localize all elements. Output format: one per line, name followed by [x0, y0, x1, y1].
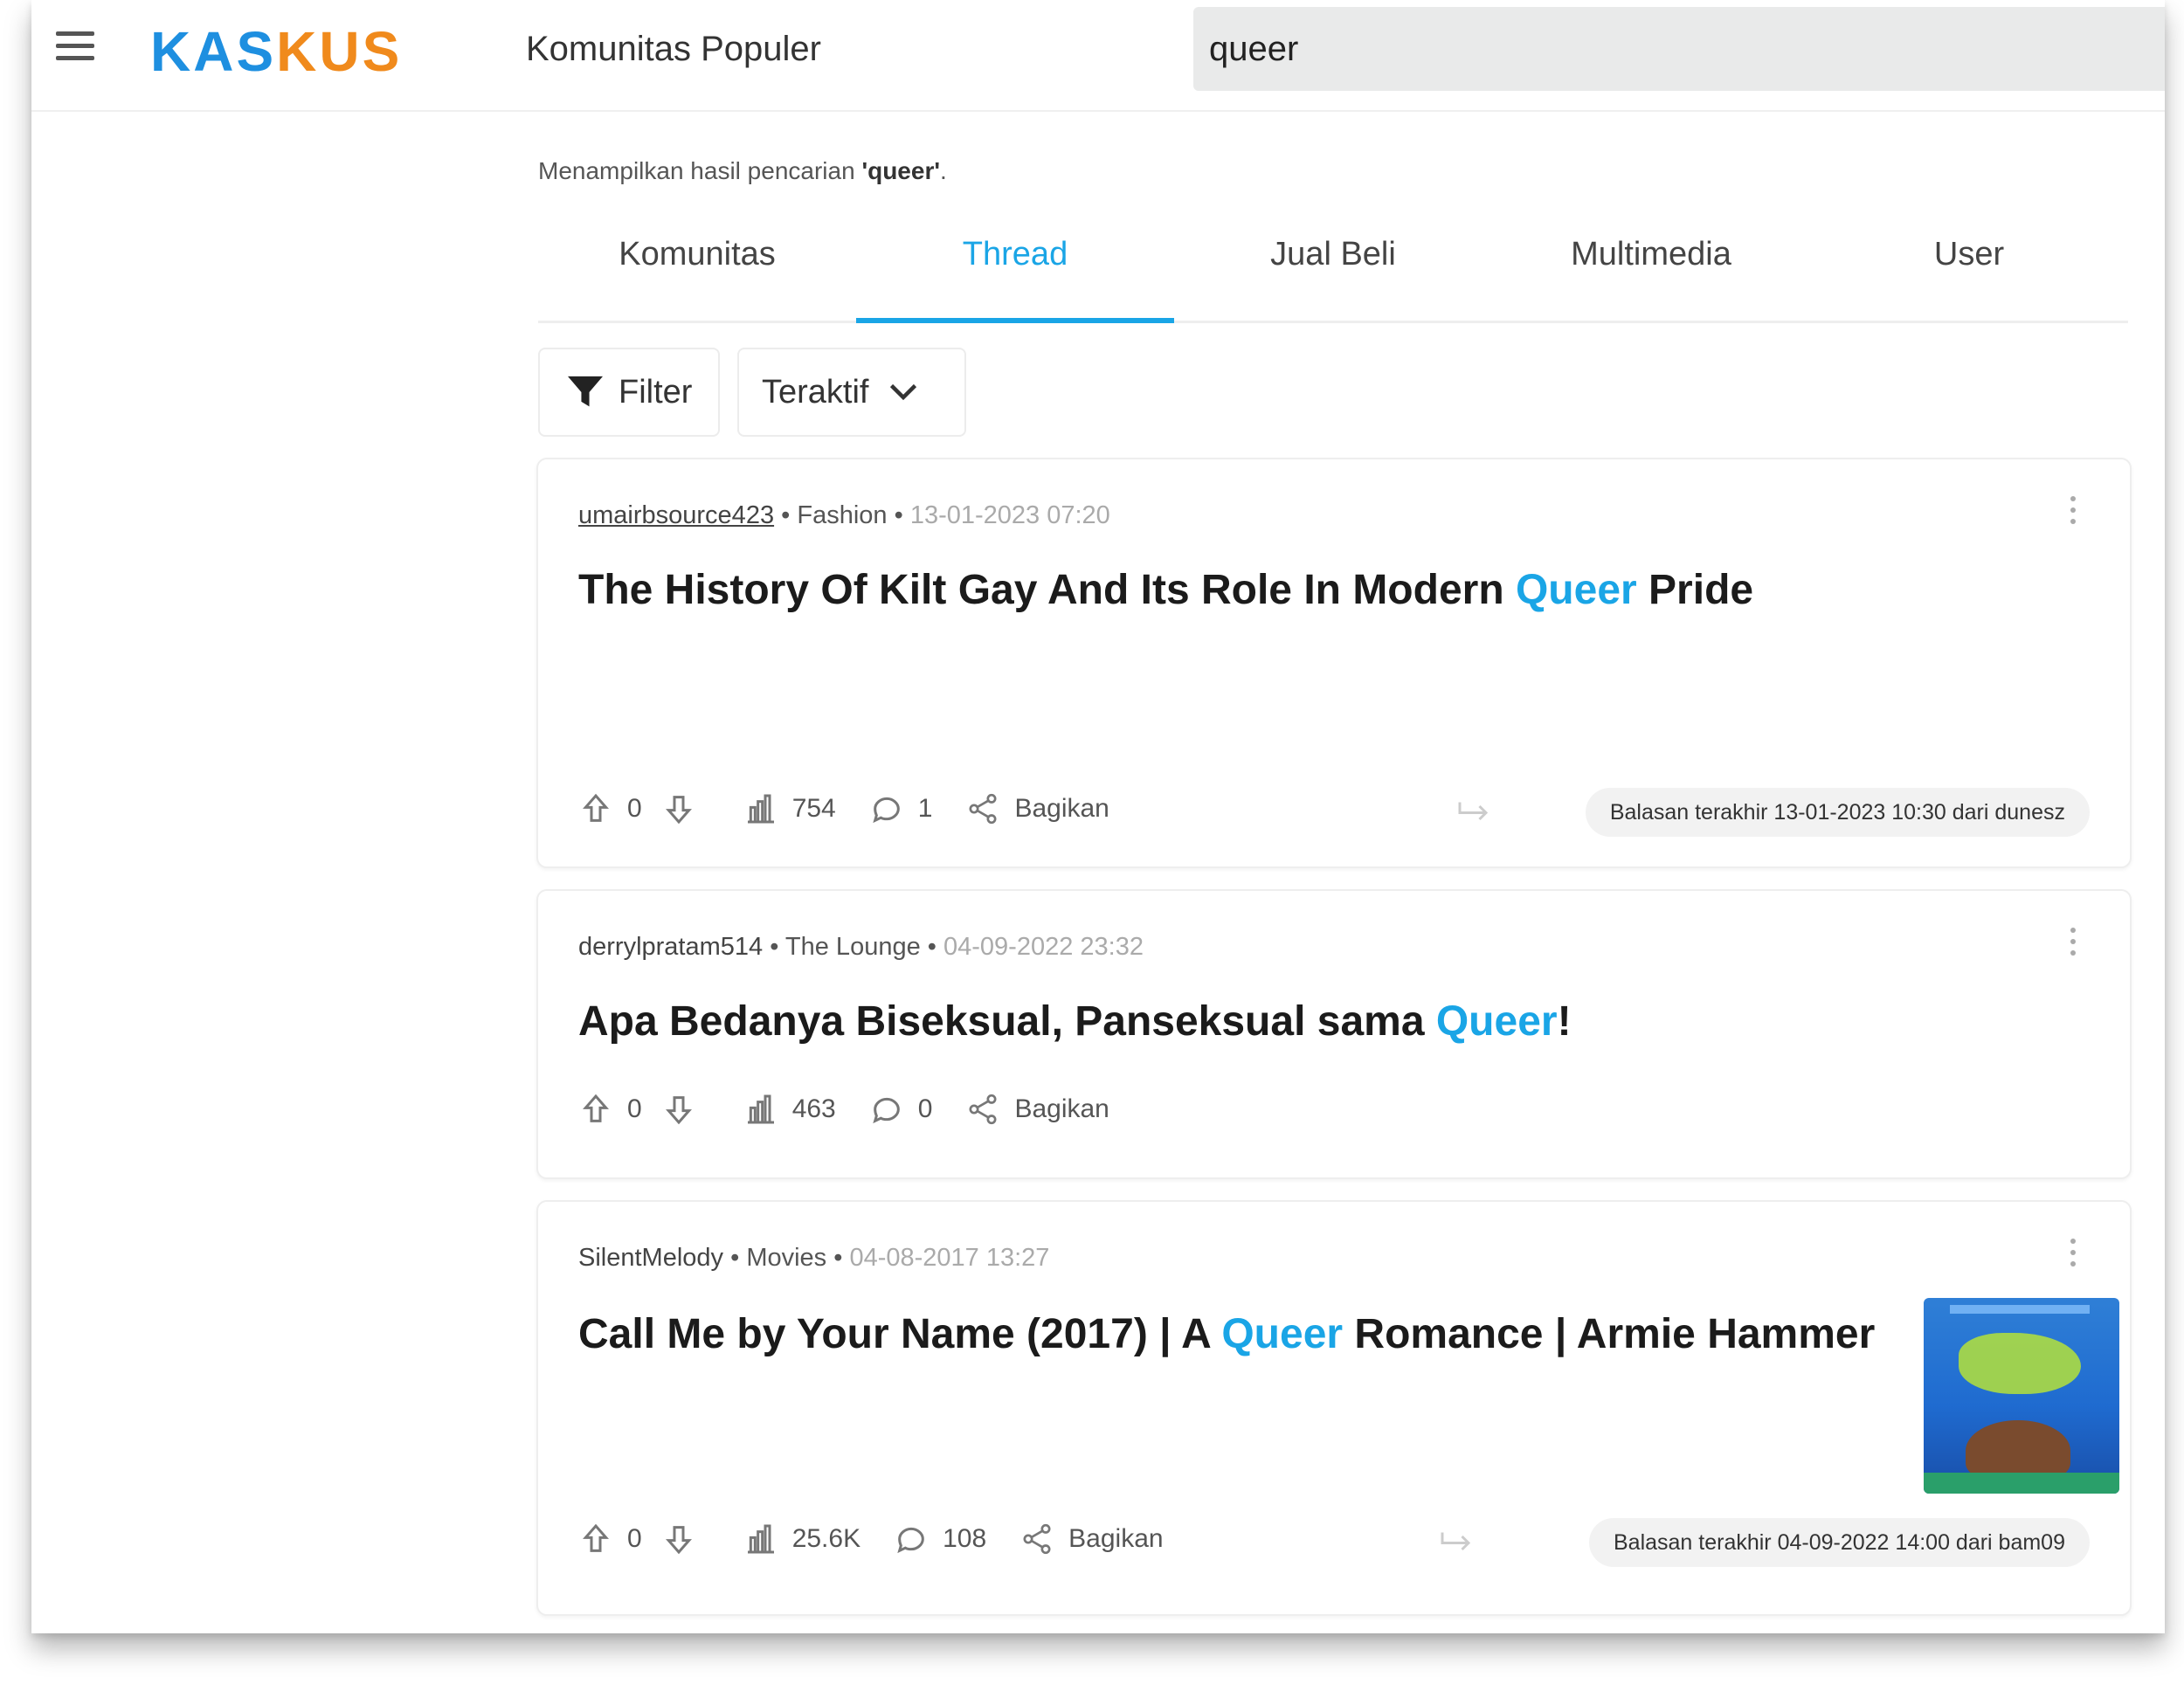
thread-card[interactable]: SilentMelody • Movies • 04-08-2017 13:27…	[536, 1200, 2132, 1616]
chevron-down-icon	[890, 383, 917, 401]
comment-count: 108	[943, 1524, 987, 1553]
thread-meta: SilentMelody • Movies • 04-08-2017 13:27	[578, 1244, 1050, 1272]
thread-card[interactable]: umairbsource423 • Fashion • 13-01-2023 0…	[536, 458, 2132, 868]
last-reply-badge[interactable]: Balasan terakhir 04-09-2022 14:00 dari b…	[1588, 1518, 2090, 1567]
thread-date: 04-09-2022 23:32	[943, 933, 1144, 961]
more-options-icon[interactable]	[2070, 1239, 2081, 1273]
more-options-icon[interactable]	[2070, 928, 2081, 963]
upvote-icon[interactable]	[578, 1092, 613, 1127]
share-button[interactable]: Bagikan	[1019, 1522, 1164, 1556]
share-icon	[1023, 1523, 1051, 1555]
filter-icon	[568, 376, 603, 407]
thread-meta: derrylpratam514 • The Lounge • 04-09-202…	[578, 933, 1144, 961]
vote-count: 0	[627, 794, 642, 823]
view-count: 463	[791, 1094, 836, 1123]
view-count: 25.6K	[791, 1524, 861, 1553]
sort-dropdown[interactable]: Teraktif	[737, 348, 966, 437]
comment-icon	[873, 1097, 900, 1124]
last-reply-badge[interactable]: Balasan terakhir 13-01-2023 10:30 dari d…	[1585, 788, 2090, 837]
thread-meta: umairbsource423 • Fashion • 13-01-2023 0…	[578, 501, 1110, 529]
downvote-icon[interactable]	[661, 1522, 696, 1556]
nav-title[interactable]: Komunitas Populer	[526, 30, 821, 69]
thread-author[interactable]: derrylpratam514	[578, 933, 763, 961]
thread-author[interactable]: umairbsource423	[578, 501, 774, 529]
search-input[interactable]	[1193, 7, 2165, 91]
thread-date: 04-08-2017 13:27	[849, 1244, 1050, 1272]
vote-count: 0	[627, 1094, 642, 1123]
thread-community[interactable]: Movies	[746, 1244, 826, 1272]
kaskus-logo[interactable]: KASKUS	[150, 19, 402, 84]
tab-multimedia[interactable]: Multimedia	[1492, 236, 1810, 323]
share-icon	[969, 1094, 997, 1125]
thread-date: 13-01-2023 07:20	[909, 501, 1110, 529]
thread-community[interactable]: Fashion	[797, 501, 887, 529]
share-icon	[969, 793, 997, 825]
thread-thumbnail[interactable]	[1924, 1298, 2119, 1494]
thread-card[interactable]: derrylpratam514 • The Lounge • 04-09-202…	[536, 889, 2132, 1179]
thread-author[interactable]: SilentMelody	[578, 1244, 723, 1272]
tab-komunitas[interactable]: Komunitas	[538, 236, 856, 323]
thread-stats: 0 25.6K 108 Bagikan	[578, 1522, 1197, 1556]
reply-arrow-icon	[1458, 802, 1489, 821]
downvote-icon[interactable]	[661, 791, 696, 826]
thread-title[interactable]: The History Of Kilt Gay And Its Role In …	[578, 566, 1753, 614]
thread-community[interactable]: The Lounge	[785, 933, 921, 961]
tab-thread[interactable]: Thread	[856, 236, 1174, 323]
search-tabs: Komunitas Thread Jual Beli Multimedia Us…	[538, 210, 2128, 323]
results-note: Menampilkan hasil pencarian 'queer'.	[538, 157, 947, 184]
menu-icon[interactable]	[56, 31, 94, 66]
share-button[interactable]: Bagikan	[965, 1092, 1109, 1127]
reply-arrow-icon	[1441, 1532, 1471, 1551]
views-icon	[747, 794, 774, 824]
view-count: 754	[791, 794, 836, 823]
share-button[interactable]: Bagikan	[965, 791, 1109, 826]
filter-button[interactable]: Filter	[538, 348, 720, 437]
upvote-icon[interactable]	[578, 791, 613, 826]
comment-count: 1	[917, 794, 933, 823]
top-header: KASKUS Komunitas Populer	[31, 0, 2165, 112]
app-window: KASKUS Komunitas Populer Menampilkan has…	[31, 0, 2165, 1633]
thread-title[interactable]: Call Me by Your Name (2017) | A Queer Ro…	[578, 1310, 1875, 1358]
downvote-icon[interactable]	[661, 1092, 696, 1127]
views-icon	[747, 1524, 774, 1554]
comments-button[interactable]: 108	[894, 1522, 986, 1556]
upvote-icon[interactable]	[578, 1522, 613, 1556]
comment-icon	[873, 797, 900, 824]
comment-icon	[897, 1527, 924, 1554]
more-options-icon[interactable]	[2070, 496, 2081, 531]
thread-stats: 0 754 1 Bagikan	[578, 791, 1143, 826]
thread-title[interactable]: Apa Bedanya Biseksual, Panseksual sama Q…	[578, 997, 1572, 1046]
comments-button[interactable]: 0	[869, 1092, 933, 1127]
comment-count: 0	[917, 1094, 933, 1123]
comments-button[interactable]: 1	[869, 791, 933, 826]
thread-stats: 0 463 0 Bagikan	[578, 1092, 1143, 1127]
tab-jual-beli[interactable]: Jual Beli	[1174, 236, 1492, 323]
views-icon	[747, 1094, 774, 1124]
tab-user[interactable]: User	[1810, 236, 2128, 323]
vote-count: 0	[627, 1524, 642, 1553]
